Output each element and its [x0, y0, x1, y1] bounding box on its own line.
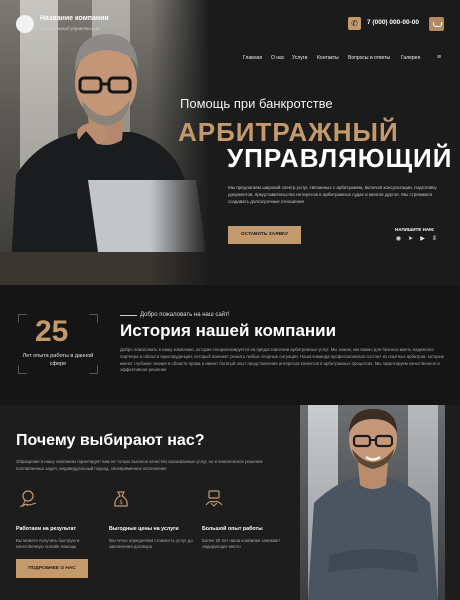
landing-page: Название компании Арбитражный управляющи…: [0, 0, 460, 600]
hamburger-icon[interactable]: ≡: [437, 54, 441, 61]
nav-services[interactable]: Услуги: [292, 55, 307, 61]
hero-description: Мы предлагаем широкий спектр услуг, связ…: [228, 185, 437, 204]
why-description: Обращение в нашу компанию гарантирует ва…: [16, 459, 263, 471]
feature-experience: Большой опыт работы Более 25 лет наша ко…: [202, 489, 292, 550]
social-links: ◉ ➤ ▶ ʬ: [395, 236, 438, 243]
write-us-label: НАПИШИТЕ НАМ:: [395, 227, 435, 232]
history-text: Добро пожаловать в нашу компанию, котора…: [120, 347, 445, 373]
more-about-us-button[interactable]: ПОДРОБНЕЕ О НАС: [16, 559, 88, 578]
feature-title: Выгодные цены на услуги: [109, 526, 179, 532]
nav-home[interactable]: Главная: [243, 55, 262, 61]
mail-icon[interactable]: [429, 17, 444, 31]
nav-contacts[interactable]: Контакты: [317, 55, 339, 61]
company-subtitle: Арбитражный управляющий: [40, 26, 100, 31]
history-section: 25 Лет опыта работы в данной сфере Добро…: [0, 285, 460, 405]
phone-icon[interactable]: ✆: [348, 17, 361, 30]
hero-section: Название компании Арбитражный управляющи…: [0, 0, 460, 285]
feature-text: Вы можете получить быструю и качественну…: [16, 538, 80, 550]
money-bag-icon: $: [114, 491, 128, 507]
welcome-text: Добро пожаловать на наш сайт!: [140, 312, 230, 318]
nav-faq[interactable]: Вопросы и ответы: [348, 55, 390, 61]
handshake-icon: [205, 490, 223, 507]
youtube-icon[interactable]: ▶: [419, 236, 426, 243]
feature-text: Более 25 лет наша компания занимает лиди…: [202, 538, 281, 550]
welcome-divider: [120, 315, 137, 316]
feature-title: Работаем на результат: [16, 526, 77, 532]
svg-text:$: $: [119, 499, 123, 506]
nav-about[interactable]: О нас: [271, 55, 284, 61]
smiling-man-photo: [300, 405, 445, 600]
why-title: Почему выбирают нас?: [16, 432, 205, 449]
hero-title-line2: УПРАВЛЯЮЩИЙ: [227, 143, 453, 173]
phone-number[interactable]: 7 (000) 000-00-00: [367, 19, 419, 26]
company-name: Название компании: [40, 15, 109, 22]
years-number: 25: [35, 315, 69, 348]
feature-text: Мы четко определяем стоимость услуг до з…: [109, 538, 193, 550]
feature-result: Работаем на результат Вы можете получить…: [16, 489, 106, 550]
feature-prices: $ Выгодные цены на услуги Мы четко опред…: [109, 489, 199, 550]
logo[interactable]: [16, 15, 34, 33]
hero-pretitle: Помощь при банкротстве: [180, 96, 333, 111]
telegram-icon[interactable]: ➤: [407, 236, 414, 243]
years-text: Лет опыта работы в данной сфере: [22, 353, 94, 367]
feature-title: Большой опыт работы: [202, 526, 263, 532]
whatsapp-icon[interactable]: ◉: [395, 236, 402, 243]
award-hand-icon: [19, 490, 37, 508]
leave-request-button[interactable]: ОСТАВИТЬ ЗАЯВКУ: [228, 226, 301, 244]
why-section: Почему выбирают нас? Обращение в нашу ко…: [0, 405, 460, 600]
vk-icon[interactable]: ʬ: [431, 236, 438, 243]
nav-gallery[interactable]: Галерея: [401, 55, 420, 61]
history-title: История нашей компании: [120, 321, 337, 340]
